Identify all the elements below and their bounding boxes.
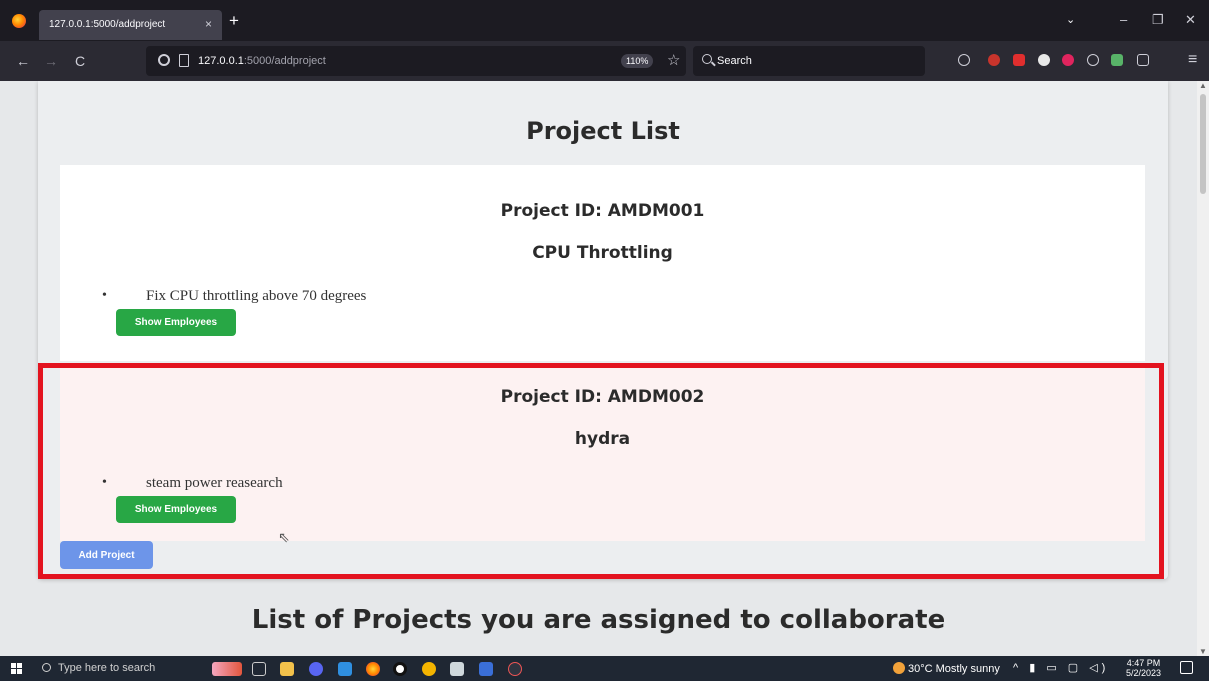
system-tray[interactable]: ^ ▮ ▭ ▢ ◁) bbox=[1013, 661, 1109, 674]
windows-start-icon[interactable] bbox=[11, 663, 22, 674]
chrome-icon[interactable] bbox=[508, 662, 522, 676]
app-window-icon[interactable] bbox=[450, 662, 464, 676]
forward-button[interactable]: → bbox=[44, 53, 58, 69]
search-icon bbox=[702, 54, 712, 64]
taskbar-search[interactable]: Type here to search bbox=[38, 656, 218, 681]
share-icon[interactable] bbox=[1137, 54, 1149, 66]
page-viewport: Project List Project ID: AMDM001 CPU Thr… bbox=[0, 81, 1197, 656]
browser-nav-bar: ← → C 127.0.0.1:5000/addproject 110% ☆ S… bbox=[0, 41, 1209, 81]
tab-close-icon[interactable]: × bbox=[205, 17, 212, 31]
zoom-level-badge[interactable]: 110% bbox=[621, 54, 654, 68]
mouse-cursor-icon: ⇖ bbox=[278, 529, 290, 545]
pocket-icon[interactable] bbox=[958, 54, 970, 66]
bullet-icon: • bbox=[102, 288, 107, 303]
project-description: Fix CPU throttling above 70 degrees bbox=[146, 288, 367, 304]
extension-green-icon[interactable] bbox=[1111, 54, 1123, 66]
firefox-icon[interactable] bbox=[12, 14, 26, 28]
page-title: Project List bbox=[526, 117, 680, 145]
new-tab-button[interactable]: + bbox=[229, 11, 239, 31]
extension-outline-icon[interactable] bbox=[1087, 54, 1099, 66]
app-yellow-icon[interactable] bbox=[422, 662, 436, 676]
clock-time: 4:47 PM bbox=[1126, 658, 1161, 668]
url-host: 127.0.0.1 bbox=[198, 55, 244, 67]
powershell-icon[interactable] bbox=[479, 662, 493, 676]
discord-icon[interactable] bbox=[309, 662, 323, 676]
browser-tab[interactable]: 127.0.0.1:5000/addproject × bbox=[39, 10, 222, 40]
vscode-icon[interactable] bbox=[338, 662, 352, 676]
url-text[interactable]: 127.0.0.1:5000/addproject bbox=[198, 55, 326, 67]
back-button[interactable]: ← bbox=[16, 53, 30, 69]
highlight-box bbox=[38, 363, 1164, 579]
task-view-icon[interactable] bbox=[252, 662, 266, 676]
show-employees-button[interactable]: Show Employees bbox=[116, 309, 236, 336]
windows-taskbar: Type here to search 30°C Mostly sunny ^ … bbox=[0, 656, 1209, 681]
tab-list-chevron-icon[interactable]: ⌄ bbox=[1066, 13, 1075, 26]
page-icon bbox=[179, 54, 189, 67]
project-card: Project ID: AMDM001 CPU Throttling • Fix… bbox=[60, 165, 1145, 361]
minimize-button[interactable]: – bbox=[1120, 12, 1127, 27]
ublock-icon[interactable] bbox=[1062, 54, 1074, 66]
browser-tab-bar: 127.0.0.1:5000/addproject × + ⌄ – ❐ ✕ bbox=[0, 0, 1209, 41]
url-bar[interactable]: 127.0.0.1:5000/addproject 110% ☆ bbox=[146, 46, 686, 76]
clock-date: 5/2/2023 bbox=[1126, 668, 1162, 678]
extension-red-icon[interactable] bbox=[988, 54, 1000, 66]
section-title: List of Projects you are assigned to col… bbox=[251, 605, 946, 635]
weather-sun-icon bbox=[893, 662, 905, 674]
menu-icon[interactable]: ≡ bbox=[1188, 51, 1197, 69]
notification-icon[interactable] bbox=[1180, 661, 1193, 674]
scroll-thumb[interactable] bbox=[1200, 94, 1206, 194]
reload-button[interactable]: C bbox=[75, 53, 85, 69]
shield-icon[interactable] bbox=[158, 54, 170, 66]
search-icon bbox=[42, 663, 51, 672]
project-id: Project ID: AMDM001 bbox=[500, 201, 705, 221]
file-explorer-icon[interactable] bbox=[280, 662, 294, 676]
taskbar-clock[interactable]: 4:47 PM 5/2/2023 bbox=[1126, 658, 1161, 678]
app-circle-icon[interactable] bbox=[393, 662, 407, 676]
bookmark-star-icon[interactable]: ☆ bbox=[667, 51, 680, 69]
extension-s-icon[interactable] bbox=[1013, 54, 1025, 66]
project-name: CPU Throttling bbox=[532, 243, 673, 263]
close-window-button[interactable]: ✕ bbox=[1185, 12, 1196, 28]
scroll-up-icon[interactable]: ▲ bbox=[1199, 81, 1207, 90]
weather-text: 30°C Mostly sunny bbox=[908, 663, 1000, 675]
scroll-down-icon[interactable]: ▼ bbox=[1199, 647, 1207, 656]
extension-white-icon[interactable] bbox=[1038, 54, 1050, 66]
url-path: :5000/addproject bbox=[243, 55, 326, 67]
taskbar-search-placeholder: Type here to search bbox=[58, 662, 156, 674]
widget-flowers-icon[interactable] bbox=[212, 662, 242, 676]
tab-title: 127.0.0.1:5000/addproject bbox=[49, 19, 166, 30]
search-placeholder: Search bbox=[717, 55, 752, 67]
browser-search-bar[interactable]: Search bbox=[693, 46, 925, 76]
firefox-taskbar-icon[interactable] bbox=[366, 662, 380, 676]
weather-widget[interactable]: 30°C Mostly sunny bbox=[893, 662, 1000, 675]
restore-button[interactable]: ❐ bbox=[1152, 12, 1164, 28]
vertical-scrollbar[interactable]: ▲ ▼ bbox=[1197, 81, 1209, 656]
